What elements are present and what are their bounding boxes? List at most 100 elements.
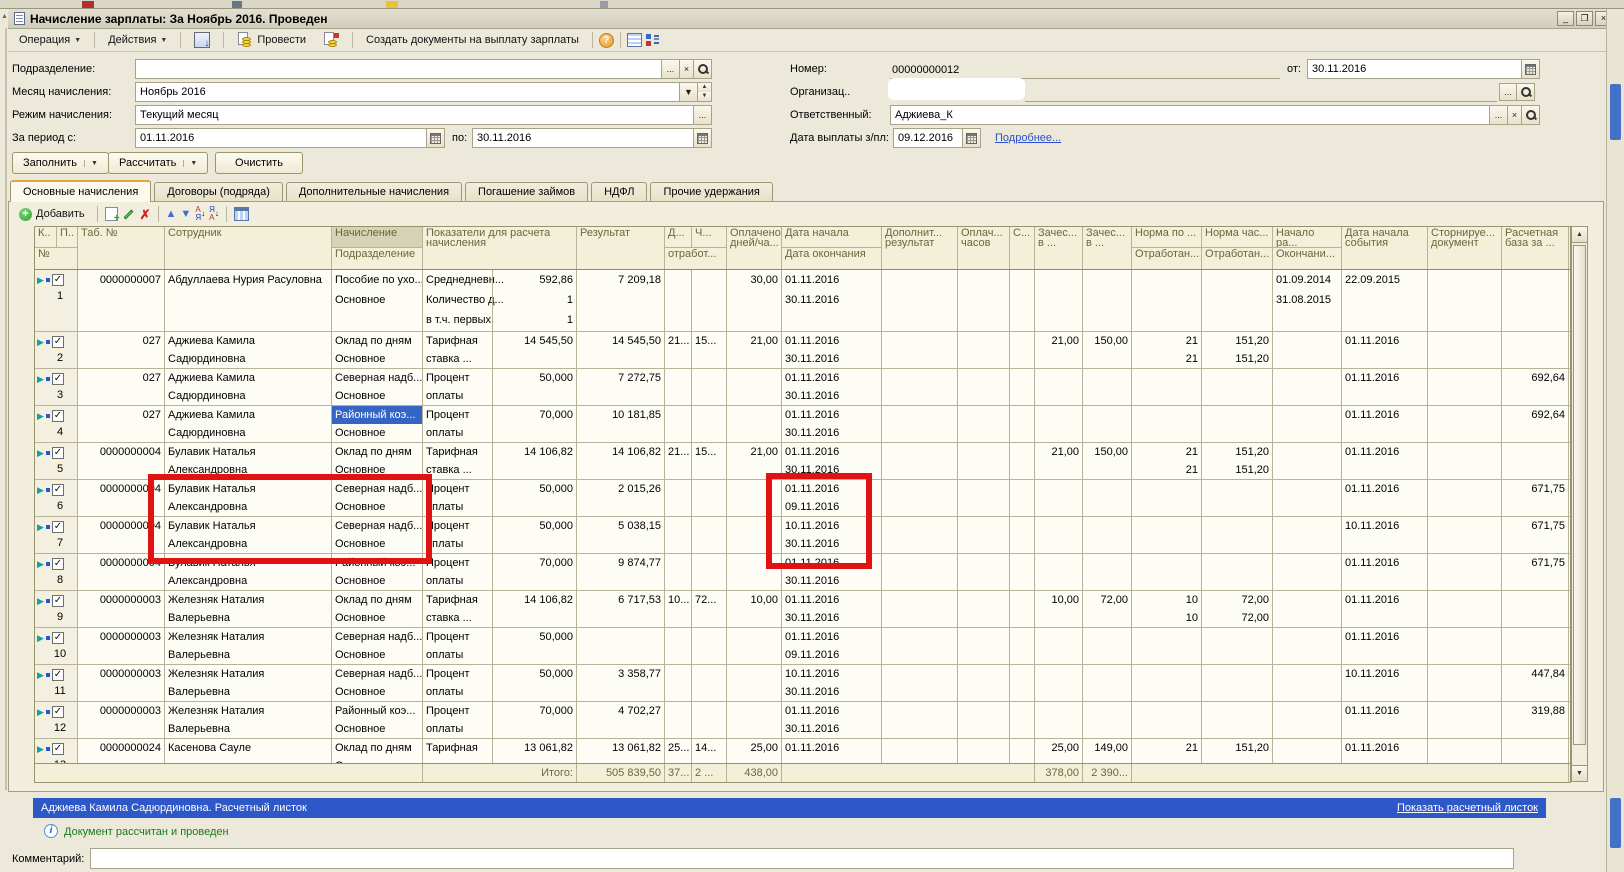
cell-hours[interactable] bbox=[692, 406, 727, 442]
cell-hours[interactable] bbox=[692, 665, 727, 701]
calendar-icon[interactable] bbox=[1521, 60, 1539, 78]
cell-result[interactable]: 2 015,26 bbox=[577, 480, 665, 516]
search-icon[interactable] bbox=[1521, 106, 1539, 124]
column-header-event_date[interactable]: Дата начала события bbox=[1342, 227, 1428, 269]
table-row[interactable]: ▶✓110000000003Железняк НаталияВалерьевна… bbox=[35, 665, 1570, 702]
cell-days[interactable]: 10... bbox=[665, 591, 692, 627]
cell-credit2[interactable]: 149,00 bbox=[1083, 739, 1132, 763]
cell-tab-number[interactable]: 027 bbox=[78, 369, 165, 405]
column-header-credit2[interactable]: Зачес... в ... bbox=[1083, 227, 1132, 269]
cell-dates[interactable]: 01.11.201630.11.2016 bbox=[782, 270, 882, 331]
cell-norm-days[interactable] bbox=[1132, 406, 1202, 442]
move-up-icon[interactable]: ▲ bbox=[166, 208, 177, 220]
row-checkbox[interactable]: ✓ bbox=[52, 669, 64, 681]
cell-tab-number[interactable]: 0000000003 bbox=[78, 702, 165, 738]
accrual-value[interactable]: Оклад по дням bbox=[332, 739, 422, 757]
cell-norm-hours[interactable] bbox=[1202, 406, 1273, 442]
cell-storno[interactable] bbox=[1428, 702, 1502, 738]
ellipsis-button[interactable]: ... bbox=[1499, 83, 1517, 101]
row-checkbox[interactable]: ✓ bbox=[52, 447, 64, 459]
cell-credit1[interactable] bbox=[1035, 517, 1083, 553]
cell-event-date[interactable]: 01.11.2016 bbox=[1342, 332, 1428, 368]
cell-s[interactable] bbox=[1010, 591, 1035, 627]
spin-down-icon[interactable]: ▼ bbox=[698, 92, 711, 101]
scroll-down-icon[interactable]: ▼ bbox=[1572, 765, 1587, 781]
cell-s[interactable] bbox=[1010, 665, 1035, 701]
accrual-value[interactable]: Оклад по дням bbox=[332, 591, 422, 609]
cell-tab-number[interactable]: 0000000003 bbox=[78, 665, 165, 701]
cell-employee[interactable]: Аджиева КамилаСадюрдиновна bbox=[165, 332, 332, 368]
cell-norm-hours[interactable] bbox=[1202, 702, 1273, 738]
cell-norm-days[interactable] bbox=[1132, 480, 1202, 516]
cell-accrual[interactable]: Районный коэ...Основное bbox=[332, 702, 423, 738]
cell-accrual[interactable]: Оклад по днямОсновное bbox=[332, 739, 423, 763]
scroll-up-icon[interactable]: ▲ bbox=[1572, 227, 1587, 243]
ellipsis-button[interactable]: ... bbox=[661, 60, 679, 78]
cell-paid[interactable] bbox=[727, 665, 782, 701]
cell-days[interactable] bbox=[665, 702, 692, 738]
cell-dates[interactable]: 01.11.201630.11.2016 bbox=[782, 369, 882, 405]
column-header-hours[interactable]: Ч... bbox=[692, 227, 727, 248]
cell-paid-hours[interactable] bbox=[958, 554, 1010, 590]
scrollbar-thumb[interactable] bbox=[1610, 84, 1621, 140]
cell-calc-base[interactable] bbox=[1502, 591, 1569, 627]
clear-icon[interactable]: × bbox=[679, 60, 693, 78]
cell-work-period[interactable]: 01.09.201431.08.2015 bbox=[1273, 270, 1342, 331]
cell-paid-hours[interactable] bbox=[958, 517, 1010, 553]
cell-credit2[interactable] bbox=[1083, 665, 1132, 701]
calendar-icon[interactable] bbox=[962, 129, 980, 147]
cell-paid-hours[interactable] bbox=[958, 628, 1010, 664]
cell-norm-hours[interactable]: 151,20151,20 bbox=[1202, 443, 1273, 479]
cell-credit1[interactable] bbox=[1035, 406, 1083, 442]
cell-days[interactable] bbox=[665, 665, 692, 701]
cell-days[interactable] bbox=[665, 517, 692, 553]
cell-credit1[interactable] bbox=[1035, 270, 1083, 331]
cell-add-result[interactable] bbox=[882, 406, 958, 442]
post-button[interactable]: Провести bbox=[230, 29, 313, 51]
column-header-accrual[interactable]: Начисление bbox=[332, 227, 423, 248]
cell-dates[interactable]: 01.11.2016 bbox=[782, 739, 882, 763]
row-marker-cell[interactable]: ▶✓11 bbox=[35, 665, 78, 701]
cell-credit2[interactable]: 72,00 bbox=[1083, 591, 1132, 627]
cell-work-period[interactable] bbox=[1273, 332, 1342, 368]
cell-days[interactable] bbox=[665, 406, 692, 442]
cell-employee[interactable]: Железняк НаталияВалерьевна bbox=[165, 628, 332, 664]
column-header-norm_hours[interactable]: Норма час... bbox=[1202, 227, 1273, 248]
cell-paid[interactable]: 10,00 bbox=[727, 591, 782, 627]
cell-paid-hours[interactable] bbox=[958, 332, 1010, 368]
cell-employee[interactable]: Железняк НаталияВалерьевна bbox=[165, 702, 332, 738]
cell-paid-hours[interactable] bbox=[958, 665, 1010, 701]
column-header-s[interactable]: С... bbox=[1010, 227, 1035, 269]
calendar-icon[interactable] bbox=[693, 129, 711, 147]
tab-4[interactable]: Погашение займов bbox=[465, 182, 588, 202]
cell-paid-hours[interactable] bbox=[958, 739, 1010, 763]
cell-paid-hours[interactable] bbox=[958, 443, 1010, 479]
cell-paid-hours[interactable] bbox=[958, 702, 1010, 738]
cell-credit1[interactable]: 21,00 bbox=[1035, 332, 1083, 368]
cell-work-period[interactable] bbox=[1273, 739, 1342, 763]
cell-event-date[interactable]: 01.11.2016 bbox=[1342, 591, 1428, 627]
table-row[interactable]: ▶✓90000000003Железняк НаталияВалерьевнаО… bbox=[35, 591, 1570, 628]
period-from-field[interactable]: 01.11.2016 bbox=[135, 128, 445, 148]
cell-event-date[interactable]: 01.11.2016 bbox=[1342, 480, 1428, 516]
cell-credit1[interactable] bbox=[1035, 480, 1083, 516]
doc-date-field[interactable]: 30.11.2016 bbox=[1307, 59, 1540, 79]
column-header-credit1[interactable]: Зачес... в ... bbox=[1035, 227, 1083, 269]
table-scrollbar[interactable]: ▲ ▼ bbox=[1571, 226, 1588, 782]
cell-accrual[interactable]: Оклад по днямОсновное bbox=[332, 591, 423, 627]
cell-indicators[interactable]: Процент50,000оплаты bbox=[423, 517, 577, 553]
cell-hours[interactable] bbox=[692, 628, 727, 664]
accrual-value[interactable]: Северная надб... bbox=[332, 628, 422, 646]
cell-norm-days[interactable] bbox=[1132, 270, 1202, 331]
cell-norm-hours[interactable]: 151,20 bbox=[1202, 739, 1273, 763]
cell-result[interactable]: 14 106,82 bbox=[577, 443, 665, 479]
row-checkbox[interactable]: ✓ bbox=[52, 558, 64, 570]
clear-button[interactable]: Очистить bbox=[215, 152, 303, 174]
calendar-icon[interactable] bbox=[426, 129, 444, 147]
row-marker-cell[interactable]: ▶✓3 bbox=[35, 369, 78, 405]
tab-6[interactable]: Прочие удержания bbox=[650, 182, 772, 202]
table-row[interactable]: ▶✓130000000024Касенова СаулеОклад по дня… bbox=[35, 739, 1570, 763]
cell-result[interactable] bbox=[577, 628, 665, 664]
cell-paid-hours[interactable] bbox=[958, 369, 1010, 405]
cell-calc-base[interactable]: 671,75 bbox=[1502, 480, 1569, 516]
